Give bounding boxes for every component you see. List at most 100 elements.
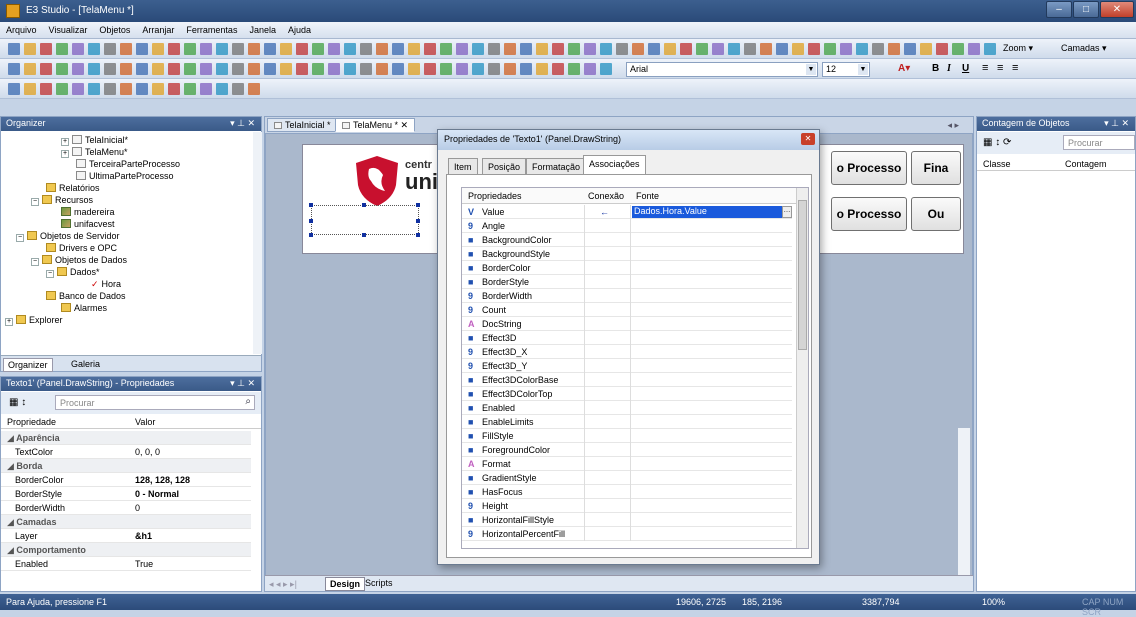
toolbar-icon[interactable]	[520, 43, 532, 55]
toolbar-icon[interactable]	[344, 43, 356, 55]
toolbar-icon[interactable]	[120, 83, 132, 95]
toolbar-icon[interactable]	[328, 63, 340, 75]
dialog-tab-formatacao[interactable]: Formatação	[526, 158, 587, 175]
font-name-select[interactable]: Arial ▼	[626, 62, 818, 77]
tree-item-unifacvest[interactable]: unifacvest	[61, 219, 115, 229]
association-row[interactable]: ■ BorderColor	[462, 261, 792, 275]
tree-item-objetos-servidor[interactable]: − Objetos de Servidor	[16, 231, 120, 242]
toolbar-icon[interactable]	[56, 83, 68, 95]
menu-arranjar[interactable]: Arranjar	[136, 22, 180, 35]
toolbar-icon[interactable]	[600, 63, 612, 75]
toolbar-icon[interactable]	[360, 63, 372, 75]
property-value[interactable]: &h1	[135, 531, 152, 541]
association-row[interactable]: ■ BackgroundStyle	[462, 247, 792, 261]
align-center-icon[interactable]: ≡	[997, 62, 1003, 74]
toolbar-icon[interactable]	[920, 43, 932, 55]
toolbar-icon[interactable]	[760, 43, 772, 55]
association-row[interactable]: 9 HorizontalPercentFill	[462, 527, 792, 541]
toolbar-icon[interactable]	[248, 63, 260, 75]
toolbar-icon[interactable]	[296, 43, 308, 55]
toolbar-icon[interactable]	[120, 43, 132, 55]
association-row[interactable]: ■ ForegroundColor	[462, 443, 792, 457]
tab-nav-arrows[interactable]: ◂ ▸	[947, 120, 959, 131]
final-button[interactable]: Fina	[911, 151, 961, 185]
toolbar-icon[interactable]	[40, 63, 52, 75]
menu-ferramentas[interactable]: Ferramentas	[180, 22, 243, 35]
toolbar-icon[interactable]	[56, 63, 68, 75]
other-button[interactable]: Ou	[911, 197, 961, 231]
toolbar-icon[interactable]	[408, 63, 420, 75]
toolbar-icon[interactable]	[504, 43, 516, 55]
associations-scrollbar[interactable]	[796, 188, 808, 548]
dialog-tab-item[interactable]: Item	[448, 158, 478, 175]
process-button-1[interactable]: o Processo	[831, 151, 907, 185]
toolbar-icon[interactable]	[488, 43, 500, 55]
zoom-dropdown[interactable]: Zoom ▾	[1000, 42, 1052, 57]
toolbar-icon[interactable]	[152, 83, 164, 95]
association-row[interactable]: ■ BackgroundColor	[462, 233, 792, 247]
menu-janela[interactable]: Janela	[243, 22, 282, 35]
toolbar-icon[interactable]	[776, 43, 788, 55]
association-row[interactable]: 9 Height	[462, 499, 792, 513]
tree-item-madereira[interactable]: madereira	[61, 207, 115, 217]
toolbar-icon[interactable]	[376, 63, 388, 75]
toolbar-icon[interactable]	[408, 43, 420, 55]
toolbar-icon[interactable]	[712, 43, 724, 55]
toolbar-icon[interactable]	[72, 83, 84, 95]
toolbar-icon[interactable]	[280, 43, 292, 55]
dialog-tab-associacoes[interactable]: Associações	[583, 155, 646, 175]
underline-button[interactable]: U	[962, 63, 969, 74]
association-row[interactable]: ■ FillStyle	[462, 429, 792, 443]
toolbar-icon[interactable]	[8, 83, 20, 95]
toolbar-icon[interactable]	[424, 63, 436, 75]
property-row[interactable]: BorderWidth 0	[1, 501, 251, 515]
toolbar-icon[interactable]	[536, 63, 548, 75]
tree-item-drivers[interactable]: Drivers e OPC	[46, 243, 117, 253]
menu-visualizar[interactable]: Visualizar	[43, 22, 94, 35]
toolbar-icon[interactable]	[456, 63, 468, 75]
property-row[interactable]: BorderStyle 0 - Normal	[1, 487, 251, 501]
toolbar-icon[interactable]	[360, 43, 372, 55]
toolbar-icon[interactable]	[616, 43, 628, 55]
tree-item-telainicial[interactable]: + TelaInicial*	[61, 135, 128, 146]
association-row[interactable]: A Format	[462, 457, 792, 471]
association-row[interactable]: 9 Effect3D_X	[462, 345, 792, 359]
toolbar-icon[interactable]	[168, 63, 180, 75]
refresh-icon[interactable]: ▦ ↕ ⟳	[983, 137, 1011, 148]
tree-item-telamenu[interactable]: + TelaMenu*	[61, 147, 128, 158]
maximize-button[interactable]: □	[1073, 1, 1099, 18]
association-row[interactable]: ■ Enabled	[462, 401, 792, 415]
toolbar-icon[interactable]	[8, 63, 20, 75]
property-value[interactable]: 128, 128, 128	[135, 475, 190, 485]
italic-button[interactable]: I	[947, 63, 951, 74]
property-value[interactable]: 0 - Normal	[135, 489, 179, 499]
process-button-2[interactable]: o Processo	[831, 197, 907, 231]
toolbar-icon[interactable]	[152, 43, 164, 55]
toolbar-icon[interactable]	[888, 43, 900, 55]
toolbar-icon[interactable]	[104, 83, 116, 95]
tree-item-objetos-dados[interactable]: − Objetos de Dados	[31, 255, 127, 266]
toolbar-icon[interactable]	[392, 43, 404, 55]
align-right-icon[interactable]: ≡	[1012, 62, 1018, 74]
align-left-icon[interactable]: ≡	[982, 62, 988, 74]
toolbar-icon[interactable]	[216, 43, 228, 55]
selected-text-object[interactable]	[309, 203, 420, 237]
dialog-tab-posicao[interactable]: Posição	[482, 158, 527, 175]
toolbar-icon[interactable]	[504, 63, 516, 75]
toolbar-icon[interactable]	[424, 43, 436, 55]
association-row[interactable]: A DocString	[462, 317, 792, 331]
browse-button[interactable]: …	[782, 206, 792, 218]
menu-ajuda[interactable]: Ajuda	[282, 22, 317, 35]
bold-button[interactable]: B	[932, 63, 939, 74]
association-row[interactable]: ■ EnableLimits	[462, 415, 792, 429]
toolbar-icon[interactable]	[200, 43, 212, 55]
toolbar-icon[interactable]	[840, 43, 852, 55]
sort-icon[interactable]: ▦ ↕	[9, 397, 26, 408]
toolbar-icon[interactable]	[984, 43, 996, 55]
menu-objetos[interactable]: Objetos	[93, 22, 136, 35]
tree-item-banco[interactable]: Banco de Dados	[46, 291, 126, 301]
toolbar-icon[interactable]	[472, 63, 484, 75]
toolbar-icon[interactable]	[232, 43, 244, 55]
toolbar-icon[interactable]	[8, 43, 20, 55]
category-row[interactable]: ◢ Aparência	[1, 431, 251, 445]
